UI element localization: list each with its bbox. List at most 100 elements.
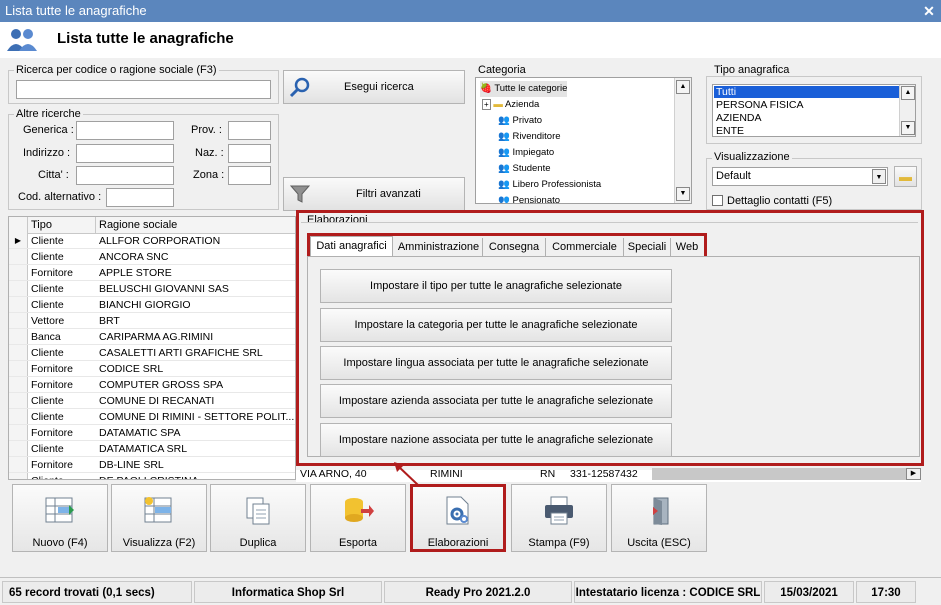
table-row[interactable]: Fornitore APPLE STORE <box>9 265 295 281</box>
naz-input[interactable] <box>228 144 271 163</box>
cod-alt-input[interactable] <box>106 188 174 207</box>
elab-divider <box>301 222 918 223</box>
col-tipo[interactable]: Tipo <box>28 217 96 233</box>
set-azienda-button[interactable]: Impostare azienda associata per tutte le… <box>320 384 672 418</box>
table-row[interactable]: Cliente CASALETTI ARTI GRAFICHE SRL <box>9 345 295 361</box>
tipo-item-tutti[interactable]: Tutti <box>714 86 900 98</box>
set-categoria-button[interactable]: Impostare la categoria per tutte le anag… <box>320 308 672 342</box>
nuovo-label: Nuovo (F4) <box>32 537 88 549</box>
esporta-button[interactable]: Esporta <box>310 484 406 552</box>
records-grid[interactable]: Tipo Ragione sociale ▶ Cliente ALLFOR CORP… <box>8 216 296 480</box>
search-input[interactable] <box>16 80 271 99</box>
set-tipo-button[interactable]: Impostare il tipo per tutte le anagrafic… <box>320 269 672 303</box>
scroll-down-icon[interactable]: ▼ <box>676 187 690 201</box>
chevron-down-icon[interactable]: ▼ <box>872 169 886 184</box>
indirizzo-input[interactable] <box>76 144 174 163</box>
generica-input[interactable] <box>76 121 174 140</box>
table-row[interactable]: Cliente COMUNE DI RIMINI - SETTORE POLIT.… <box>9 409 295 425</box>
row-indicator[interactable] <box>9 457 28 472</box>
cell-tipo: Cliente <box>31 283 64 295</box>
row-indicator[interactable] <box>9 425 28 440</box>
tree-item-libero[interactable]: 👥 Libero Professionista <box>498 177 601 193</box>
tipo-item-persona[interactable]: PERSONA FISICA <box>716 99 804 111</box>
tree-item-pensionato[interactable]: 👥 Pensionato <box>498 193 560 203</box>
set-nazione-button[interactable]: Impostare nazione associata per tutte le… <box>320 423 672 457</box>
row-indicator[interactable] <box>9 473 28 479</box>
nuovo-button[interactable]: Nuovo (F4) <box>12 484 108 552</box>
row-indicator[interactable] <box>9 313 28 328</box>
scroll-down-icon[interactable]: ▼ <box>901 121 915 135</box>
tipo-item-ente[interactable]: ENTE <box>716 125 744 136</box>
tree-item-rivenditore[interactable]: 👥 Rivenditore <box>498 129 561 145</box>
advanced-filters-button[interactable]: Filtri avanzati <box>283 177 465 211</box>
printer-icon <box>545 496 573 525</box>
visual-select[interactable]: Default ▼ <box>712 167 888 186</box>
row-indicator[interactable] <box>9 281 28 296</box>
status-bar: 65 record trovati (0,1 secs) Informatica… <box>0 577 941 605</box>
search-group-label: Ricerca per codice o ragione sociale (F3… <box>14 64 219 76</box>
tab-dati-anagrafici[interactable]: Dati anagrafici <box>310 236 393 258</box>
tab-web[interactable]: Web <box>671 238 703 256</box>
row-indicator[interactable] <box>9 265 28 280</box>
tree-item-impiegato[interactable]: 👥 Impiegato <box>498 145 554 161</box>
tipo-item-azienda[interactable]: AZIENDA <box>716 112 762 124</box>
tab-speciali[interactable]: Speciali <box>624 238 671 256</box>
row-indicator[interactable] <box>9 409 28 424</box>
elaborazioni-button[interactable]: Elaborazioni <box>410 484 506 552</box>
categoria-scrollbar[interactable]: ▲ ▼ <box>674 78 691 203</box>
scroll-up-icon[interactable]: ▲ <box>676 80 690 94</box>
row-indicator[interactable] <box>9 297 28 312</box>
tree-item-privato[interactable]: 👥 Privato <box>498 113 542 129</box>
col-ragione[interactable]: Ragione sociale <box>96 217 295 233</box>
horizontal-scroll-thumb[interactable] <box>652 468 906 480</box>
table-row[interactable]: Cliente DE PAOLI CRISTINA <box>9 473 295 479</box>
table-row[interactable]: Fornitore DB-LINE SRL <box>9 457 295 473</box>
row-indicator[interactable] <box>9 329 28 344</box>
row-indicator[interactable] <box>9 377 28 392</box>
table-row[interactable]: Cliente ANCORA SNC <box>9 249 295 265</box>
visualizza-button[interactable]: Visualizza (F2) <box>111 484 207 552</box>
scroll-right-icon[interactable]: ▶ <box>906 468 921 480</box>
table-row[interactable]: Fornitore DATAMATIC SPA <box>9 425 295 441</box>
tree-item-studente[interactable]: 👥 Studente <box>498 161 551 177</box>
table-row[interactable]: Cliente COMUNE DI RECANATI <box>9 393 295 409</box>
scroll-up-icon[interactable]: ▲ <box>901 86 915 100</box>
zona-input[interactable] <box>228 166 271 185</box>
table-row[interactable]: Cliente DATAMATICA SRL <box>9 441 295 457</box>
tipo-listbox[interactable]: Tutti PERSONA FISICA AZIENDA ENTE ▲ ▼ <box>712 84 916 137</box>
tree-item-all[interactable]: 🍓 Tutte le categorie <box>480 81 568 97</box>
execute-search-button[interactable]: Esegui ricerca <box>283 70 465 104</box>
table-row[interactable]: Fornitore CODICE SRL <box>9 361 295 377</box>
row-indicator[interactable] <box>9 441 28 456</box>
row-indicator[interactable] <box>9 249 28 264</box>
uscita-button[interactable]: Uscita (ESC) <box>611 484 707 552</box>
stampa-button[interactable]: Stampa (F9) <box>511 484 607 552</box>
open-folder-button[interactable]: ▬ <box>894 166 917 187</box>
table-row[interactable]: Banca CARIPARMA AG.RIMINI <box>9 329 295 345</box>
duplica-button[interactable]: Duplica <box>210 484 306 552</box>
dettaglio-checkbox[interactable] <box>712 195 723 206</box>
table-row[interactable]: ▶ Cliente ALLFOR CORPORATION <box>9 233 295 249</box>
row-indicator[interactable] <box>9 345 28 360</box>
close-icon[interactable]: ✕ <box>921 3 937 19</box>
tab-amministrazione[interactable]: Amministrazione <box>395 238 483 256</box>
set-lingua-button[interactable]: Impostare lingua associata per tutte le … <box>320 346 672 380</box>
tipo-scrollbar[interactable]: ▲ ▼ <box>899 85 915 136</box>
tab-commerciale[interactable]: Commerciale <box>546 238 624 256</box>
table-row[interactable]: Vettore BRT <box>9 313 295 329</box>
tab-consegna[interactable]: Consegna <box>483 238 546 256</box>
expand-icon[interactable]: + <box>482 99 491 110</box>
row-selected-indicator-icon[interactable]: ▶ <box>9 233 28 248</box>
row-indicator[interactable] <box>9 361 28 376</box>
table-row[interactable]: Fornitore COMPUTER GROSS SPA <box>9 377 295 393</box>
grid-header-indicator <box>9 217 28 233</box>
cell-ragione: BRT <box>99 315 120 327</box>
cell-ragione: CASALETTI ARTI GRAFICHE SRL <box>99 347 263 359</box>
tree-item-azienda[interactable]: + ▬ Azienda <box>482 97 539 113</box>
categoria-tree[interactable]: 🍓 Tutte le categorie + ▬ Azienda 👥 Priva… <box>475 77 692 204</box>
prov-input[interactable] <box>228 121 271 140</box>
table-row[interactable]: Cliente BELUSCHI GIOVANNI SAS <box>9 281 295 297</box>
table-row[interactable]: Cliente BIANCHI GIORGIO <box>9 297 295 313</box>
citta-input[interactable] <box>76 166 174 185</box>
row-indicator[interactable] <box>9 393 28 408</box>
